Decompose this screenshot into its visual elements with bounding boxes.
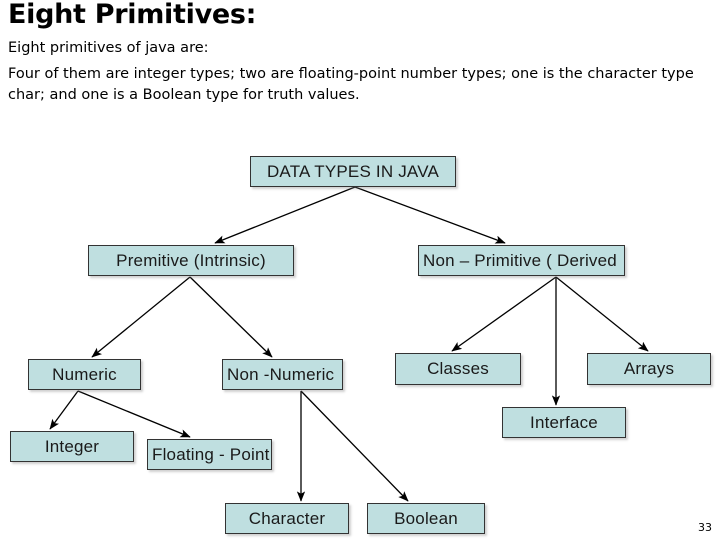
edge-root-to-primitive <box>214 186 356 244</box>
node-non-numeric[interactable]: Non -Numeric <box>222 359 343 390</box>
edge-primitive-to-numeric <box>91 276 191 358</box>
node-interface[interactable]: Interface <box>502 407 626 438</box>
slide-canvas: Eight Primitives: Eight primitives of ja… <box>0 0 720 540</box>
page-number: 33 <box>698 521 712 534</box>
node-primitive[interactable]: Premitive (Intrinsic) <box>88 245 294 276</box>
edge-non-primitive-to-arrays <box>555 276 649 352</box>
edge-primitive-to-non-numeric <box>189 276 273 358</box>
edge-non-numeric-to-boolean <box>300 390 409 502</box>
node-character[interactable]: Character <box>225 503 349 534</box>
node-arrays[interactable]: Arrays <box>587 353 711 385</box>
node-boolean[interactable]: Boolean <box>367 503 485 534</box>
node-non-primitive[interactable]: Non – Primitive ( Derived <box>418 245 625 276</box>
edge-non-primitive-to-classes <box>451 276 557 352</box>
edge-root-to-non-primitive <box>354 186 506 244</box>
node-classes[interactable]: Classes <box>395 353 521 385</box>
node-integer[interactable]: Integer <box>10 431 134 462</box>
node-data-types-in-java[interactable]: DATA TYPES IN JAVA <box>250 156 456 187</box>
node-floating-point[interactable]: Floating - Point <box>147 439 272 470</box>
data-types-tree-diagram: DATA TYPES IN JAVA Premitive (Intrinsic)… <box>0 0 720 540</box>
edge-numeric-to-integer <box>49 390 79 430</box>
node-numeric[interactable]: Numeric <box>28 359 141 390</box>
